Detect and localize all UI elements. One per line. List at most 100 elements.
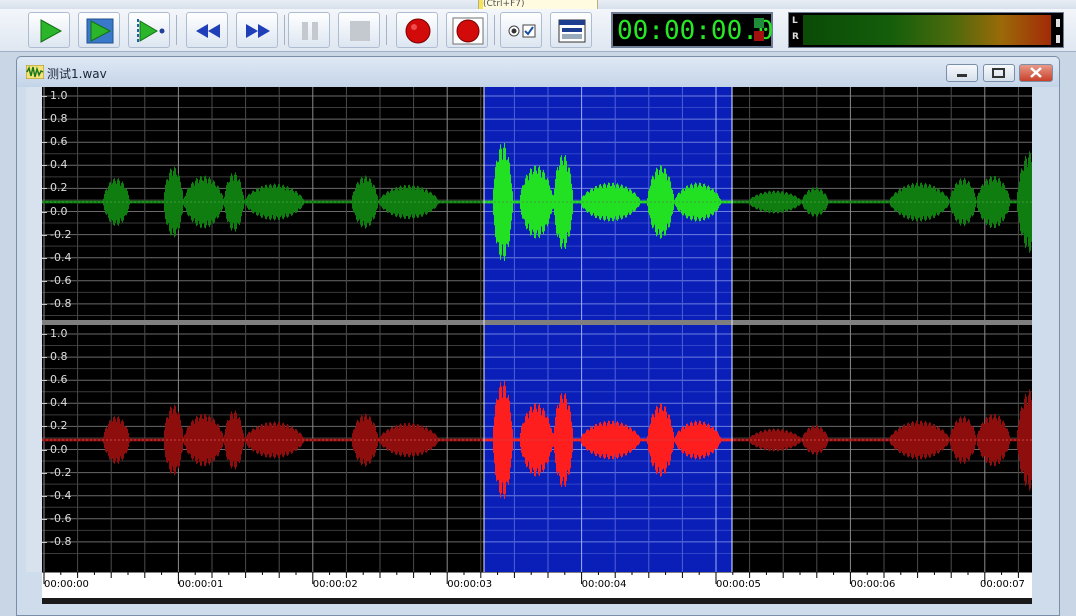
fast-forward-button[interactable] — [236, 12, 278, 48]
waveform-view[interactable] — [42, 87, 1032, 572]
amplitude-tick — [42, 96, 47, 97]
amplitude-label: 1.0 — [50, 89, 68, 102]
amplitude-tick — [42, 280, 47, 282]
amplitude-tick — [42, 234, 47, 236]
transport-toolbar: 00:00:00.0 L R — [0, 9, 1076, 52]
amplitude-tick — [42, 119, 47, 121]
monitor-toggle-button[interactable] — [500, 12, 542, 48]
amplitude-label: 0.2 — [50, 181, 68, 195]
amplitude-tick — [42, 426, 47, 428]
stop-button[interactable] — [338, 12, 380, 48]
amplitude-label: -0.2 — [50, 227, 72, 241]
amplitude-tick — [42, 188, 47, 190]
amplitude-label: -0.6 — [50, 273, 72, 287]
minimize-button[interactable] — [946, 64, 978, 82]
level-meter: L R — [788, 12, 1064, 48]
amplitude-tick — [42, 449, 47, 451]
overview-strip — [42, 598, 1032, 604]
amplitude-label: 0.0 — [50, 204, 68, 218]
play-button[interactable] — [28, 12, 70, 48]
play-selection-button[interactable] — [78, 12, 120, 48]
amplitude-label: 0.0 — [50, 442, 68, 456]
toolbar-separator — [494, 15, 495, 45]
amplitude-tick — [42, 142, 47, 144]
maximize-button[interactable] — [983, 64, 1015, 82]
record-icon — [405, 18, 431, 44]
amplitude-tick — [42, 380, 47, 382]
amplitude-tick — [42, 211, 47, 213]
monitor-checkbox-icon — [508, 24, 536, 38]
pause-icon — [302, 22, 318, 40]
level-meter-peak-right — [1056, 35, 1060, 43]
level-meter-left-label: L — [792, 16, 798, 26]
amplitude-label: 0.4 — [50, 158, 68, 172]
record-to-new-button[interactable] — [446, 12, 488, 48]
stop-icon — [350, 21, 370, 41]
fast-forward-icon — [246, 24, 270, 38]
amplitude-tick — [42, 495, 47, 497]
time-label: 00:00:06 — [850, 579, 896, 590]
rewind-icon — [196, 24, 220, 38]
window-left-margin — [26, 87, 42, 572]
play-to-end-button[interactable] — [128, 12, 170, 48]
level-meter-bar — [803, 15, 1051, 45]
play-selection-icon — [86, 18, 114, 44]
channel-divider — [42, 320, 1032, 325]
document-title-bar: 测试1.wav — [17, 57, 1059, 87]
amplitude-label: 0.6 — [50, 135, 68, 149]
amplitude-label: 0.2 — [50, 419, 68, 433]
record-square-icon — [452, 17, 484, 45]
level-meter-peak-left — [1056, 19, 1060, 27]
toolbar-separator — [386, 15, 387, 45]
amplitude-label: 0.8 — [50, 350, 68, 364]
timer-record-indicator — [754, 31, 764, 41]
amplitude-tick — [42, 257, 47, 259]
pause-button[interactable] — [288, 12, 330, 48]
amplitude-tick — [42, 303, 47, 305]
close-icon — [1030, 67, 1042, 78]
amplitude-tick — [42, 518, 47, 520]
play-cursor-icon — [137, 19, 165, 43]
amplitude-label: 0.6 — [50, 373, 68, 387]
time-display-value: 00:00:00.0 — [617, 16, 774, 46]
amplitude-label: -0.2 — [50, 465, 72, 479]
time-label: 00:00:00 — [44, 579, 89, 590]
time-label: 00:00:02 — [312, 579, 358, 590]
amplitude-label: -0.8 — [50, 534, 72, 548]
amplitude-label: -0.4 — [50, 250, 72, 264]
amplitude-label: -0.8 — [50, 296, 72, 310]
time-display: 00:00:00.0 — [611, 12, 774, 48]
time-label: 00:00:04 — [581, 579, 627, 590]
level-meter-right-label: R — [792, 32, 799, 42]
document-title: 测试1.wav — [47, 67, 107, 81]
rewind-button[interactable] — [186, 12, 228, 48]
view-mode-button[interactable] — [550, 12, 592, 48]
play-icon — [40, 19, 63, 43]
tooltip-shortcut: (Ctrl+F7) — [483, 0, 525, 9]
amplitude-label: 0.8 — [50, 112, 68, 126]
amplitude-tick — [42, 334, 47, 335]
minimize-icon — [957, 74, 967, 77]
amplitude-tick — [42, 403, 47, 405]
time-label: 00:00:07 — [980, 579, 1025, 590]
window-icon — [558, 19, 586, 43]
amplitude-tick — [42, 541, 47, 543]
record-button[interactable] — [396, 12, 438, 48]
amplitude-tick — [42, 165, 47, 167]
selection-region[interactable] — [484, 87, 732, 572]
wave-file-icon — [26, 65, 44, 79]
amplitude-label: -0.6 — [50, 511, 72, 525]
restore-icon — [992, 68, 1005, 78]
timer-status-indicator — [754, 18, 764, 28]
amplitude-tick — [42, 357, 47, 359]
time-label: 00:00:01 — [178, 579, 224, 590]
amplitude-tick — [42, 472, 47, 474]
toolbar-separator — [284, 15, 285, 45]
time-label: 00:00:03 — [447, 579, 493, 590]
time-label: 00:00:05 — [716, 579, 761, 590]
amplitude-label: 1.0 — [50, 327, 68, 340]
amplitude-label: -0.4 — [50, 488, 72, 502]
amplitude-label: 0.4 — [50, 396, 68, 410]
close-button[interactable] — [1019, 64, 1053, 82]
toolbar-separator — [176, 15, 177, 45]
